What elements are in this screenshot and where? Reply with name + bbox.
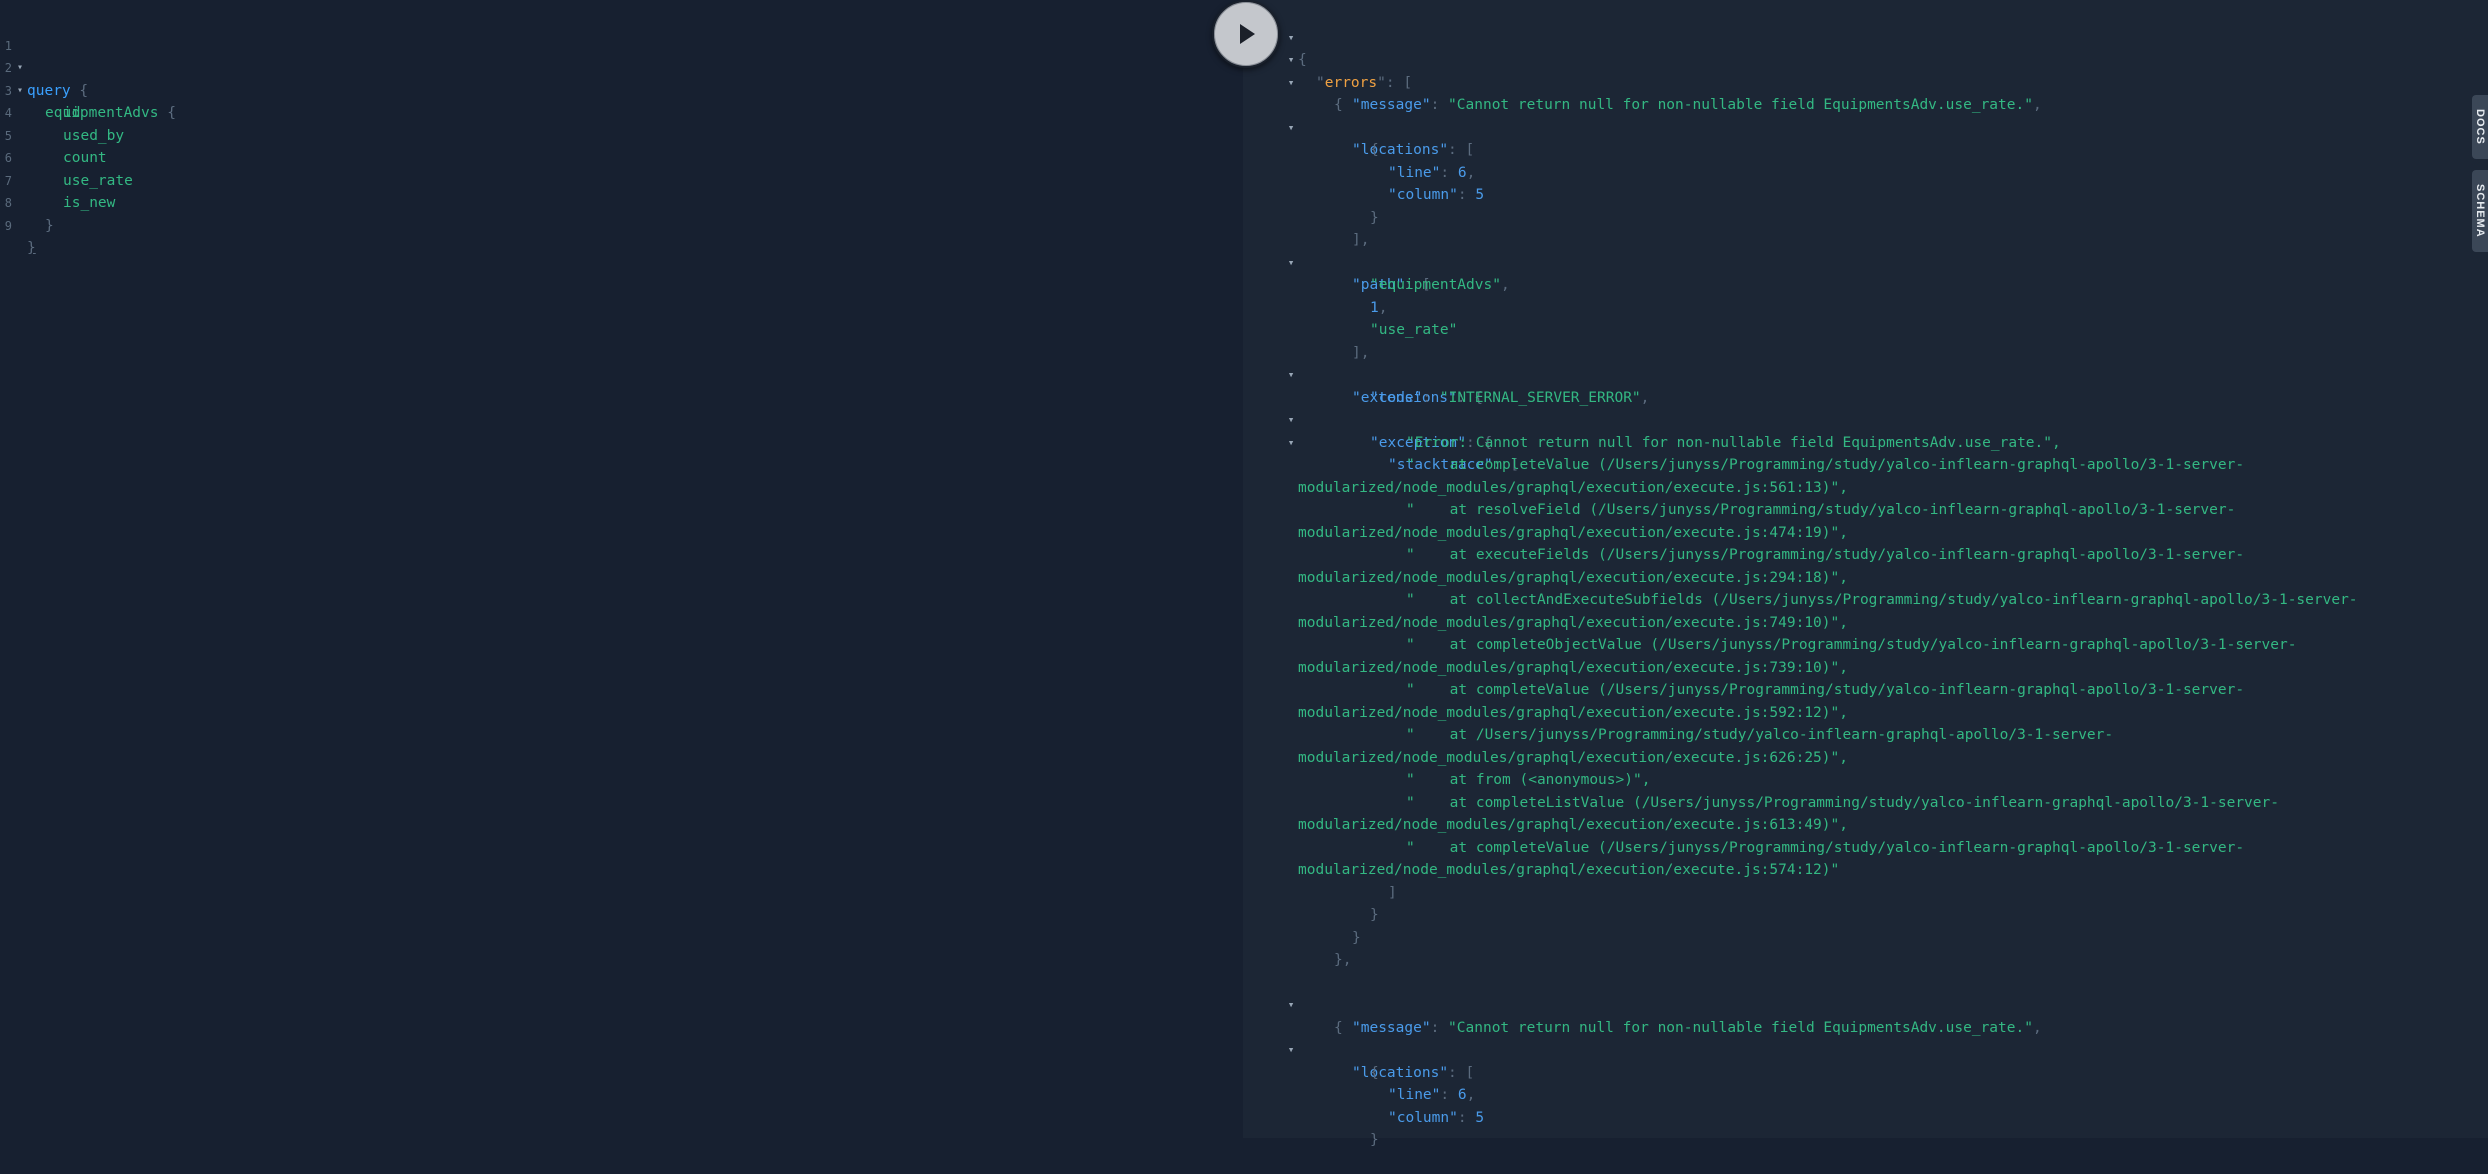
stacktrace-line: modularized/node_modules/graphql/executi… [1298,569,1848,586]
play-icon [1240,24,1255,44]
run-query-button[interactable] [1212,0,1280,68]
stacktrace-line: " at completeListValue (/Users/junyss/Pr… [1406,794,2279,811]
result-line: "line": 6, [1388,164,1476,181]
stacktrace-line: modularized/node_modules/graphql/executi… [1298,614,1848,631]
line-number: 9 [4,218,12,233]
result-line: "column": 5 [1388,1109,1485,1126]
editor-line[interactable]: 2 ▾ equipmentAdvs { [0,35,1243,121]
result-line: ▾ { [1243,49,2468,114]
stacktrace-line: " at completeValue (/Users/junyss/Progra… [1406,682,2245,698]
query-editor[interactable]: 1 ▾ query { 2 ▾ equipmentAdvs { 3 id 4 u… [0,0,1243,1138]
result-line: ▾ "exception": { [1243,387,2468,451]
editor-line[interactable]: 9 } [0,192,1243,257]
stacktrace-line: modularized/node_modules/graphql/executi… [1298,524,1848,541]
editor-line[interactable]: 7 is_new [0,147,1243,212]
stacktrace-line: modularized/node_modules/graphql/executi… [1298,817,1848,833]
result-line: ], [1352,232,1370,248]
stacktrace-line: " at completeValue (/Users/junyss/Progra… [1406,839,2245,856]
editor-line[interactable]: 6 use_rate [0,125,1243,189]
editor-line[interactable]: 3 id [0,57,1243,122]
result-line: ▾ "locations": [ [1243,1017,2468,1081]
editor-line[interactable]: 1 ▾ query { [0,12,1243,99]
result-line: "use_rate" [1370,322,1458,338]
result-line: }, [1334,952,1352,968]
result-line: ▾ { [1243,4,2468,69]
stacktrace-line: modularized/node_modules/graphql/executi… [1298,862,1840,878]
result-line: } [1352,929,1361,946]
stacktrace-line: modularized/node_modules/graphql/executi… [1298,659,1848,676]
stacktrace-line: modularized/node_modules/graphql/executi… [1298,704,1848,721]
stacktrace-line: " at completeValue (/Users/junyss/Progra… [1406,457,2245,473]
result-line: ] [1388,884,1397,901]
result-line: "column": 5 [1388,187,1485,203]
stacktrace-line: " at resolveField (/Users/junyss/Program… [1406,502,2236,518]
result-line: "message": "Cannot return null for non-n… [1352,97,2042,113]
editor-line[interactable]: 4 used_by [0,80,1243,144]
result-viewer[interactable]: ▾ { ▾ "errors": [ ▾ { "message": "Cannot… [1243,0,2488,1148]
stacktrace-line: " at collectAndExecuteSubfields (/Users/… [1406,592,2358,608]
result-line: } [1370,1132,1379,1148]
stacktrace-line: " at from (<anonymous>)", [1406,772,1651,788]
stacktrace-line: " at executeFields (/Users/junyss/Progra… [1406,547,2245,563]
stacktrace-line: " at /Users/junyss/Programming/study/yal… [1406,727,2114,743]
result-line: } [1370,209,1379,226]
result-line: } [1370,907,1379,923]
stacktrace-line: " at completeObjectValue (/Users/junyss/… [1406,637,2297,653]
stacktrace-line: modularized/node_modules/graphql/executi… [1298,749,1848,766]
result-line: ▾ "path": [ [1243,229,2468,294]
result-line: 1, [1370,299,1388,316]
result-line: { [1370,142,1379,158]
editor-line[interactable]: 5 count [0,102,1243,167]
schema-tab[interactable]: SCHEMA [2472,170,2488,252]
result-line: ▾ "errors": [ [1243,27,2468,91]
result-line: ▾ "locations": [ [1243,94,2468,159]
result-line: ▾ { [1243,972,2468,1036]
stacktrace-line: "Error: Cannot return null for non-nulla… [1406,434,2061,451]
result-line: ▾ "extensions": { [1243,342,2468,406]
docs-tab[interactable]: DOCS [2472,95,2488,159]
result-line: { [1370,1064,1379,1081]
stacktrace-line: modularized/node_modules/graphql/executi… [1298,479,1848,496]
result-line: "equipmentAdvs", [1370,277,1510,293]
result-line: "line": 6, [1388,1087,1476,1103]
editor-line[interactable]: 8 } [0,170,1243,234]
result-line: ], [1352,344,1370,361]
result-line: ▾ "stacktrace": [ [1243,409,2468,474]
result-line: "message": "Cannot return null for non-n… [1352,1019,2042,1036]
result-line: "code": "INTERNAL_SERVER_ERROR", [1370,389,1650,406]
